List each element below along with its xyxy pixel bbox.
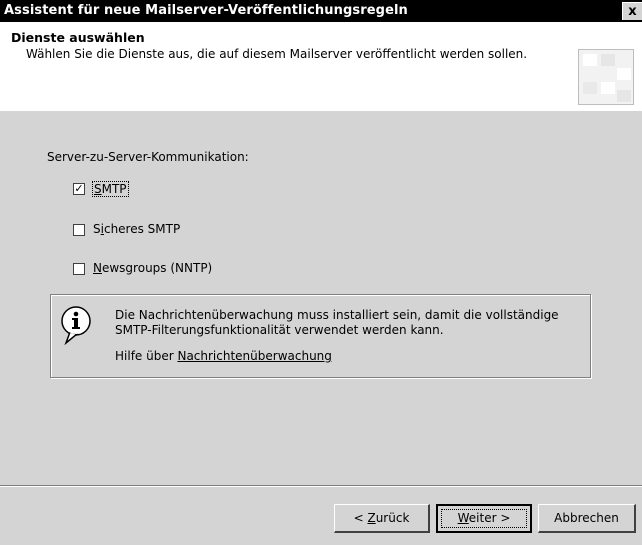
- help-link[interactable]: Nachrichtenüberwachung: [177, 349, 331, 363]
- nntp-checkbox[interactable]: [73, 263, 85, 275]
- next-button[interactable]: Weiter >: [436, 504, 532, 533]
- info-icon: [61, 306, 91, 345]
- cancel-button[interactable]: Abbrechen: [538, 504, 636, 533]
- close-button[interactable]: x: [622, 2, 642, 20]
- smtp-label-rest: MTP: [101, 182, 127, 196]
- help-line: Hilfe über Nachrichtenüberwachung: [115, 349, 332, 363]
- nntp-label[interactable]: Newsgroups (NNTP): [93, 261, 212, 275]
- wizard-header-graphic: [578, 49, 634, 105]
- secure-smtp-label[interactable]: Sicheres SMTP: [93, 222, 180, 236]
- smtp-label[interactable]: SMTP: [92, 181, 129, 197]
- section-label: Server-zu-Server-Kommunikation:: [47, 150, 249, 164]
- smtp-checkbox[interactable]: ✓: [73, 183, 85, 195]
- secure-smtp-checkbox[interactable]: [73, 224, 85, 236]
- window-title: Assistent für neue Mailserver-Veröffentl…: [4, 3, 408, 18]
- page-title: Dienste auswählen: [11, 30, 145, 45]
- info-text: Die Nachrichtenüberwachung muss installi…: [115, 308, 559, 337]
- back-button[interactable]: < Zurück: [334, 504, 430, 533]
- page-subtitle: Wählen Sie die Dienste aus, die auf dies…: [26, 47, 528, 61]
- title-bar: Assistent für neue Mailserver-Veröffentl…: [0, 0, 642, 22]
- help-prefix: Hilfe über: [115, 349, 178, 363]
